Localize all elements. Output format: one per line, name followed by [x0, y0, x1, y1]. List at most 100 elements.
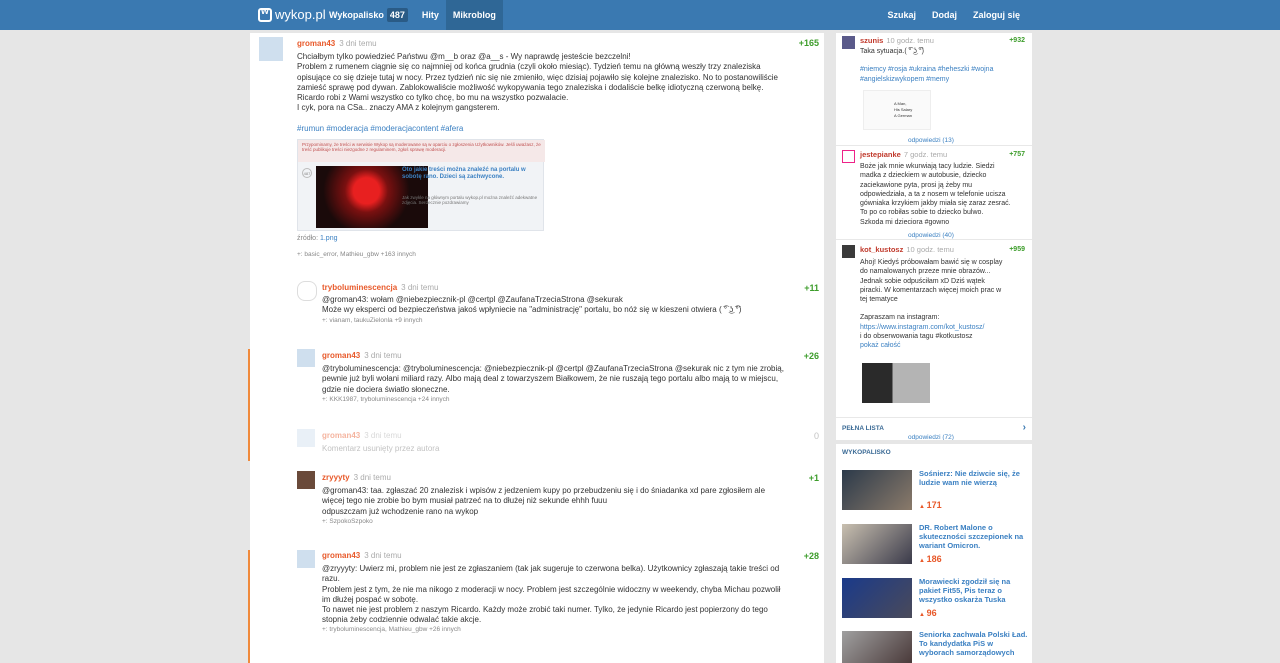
- wykop-logo[interactable]: wykop.pl: [258, 6, 326, 22]
- instagram-link[interactable]: https://www.instagram.com/kot_kustosz/: [860, 323, 1025, 332]
- author-name[interactable]: groman43 3 dni temu: [322, 351, 402, 360]
- voters-list[interactable]: +: SzpokoSzpoko: [322, 518, 373, 525]
- main-nav: Wykopalisko 487 Hity Mikroblog: [322, 0, 503, 30]
- embed-warning-banner: Przypominamy, że treści w serwisie Wykop…: [298, 140, 545, 162]
- link-title[interactable]: DR. Robert Malone o skuteczności szczepi…: [919, 523, 1029, 550]
- author-name[interactable]: tryboluminescencja 3 dni temu: [322, 283, 439, 292]
- highlight-bar: [248, 550, 250, 663]
- top-navigation-bar: wykop.pl Wykopalisko 487 Hity Mikroblog …: [0, 0, 1280, 30]
- vote-score[interactable]: 0: [814, 431, 819, 441]
- digg-count: 171: [919, 500, 942, 510]
- divider: [836, 440, 1032, 444]
- avatar[interactable]: [842, 36, 855, 49]
- author-name[interactable]: groman43 3 dni temu: [322, 551, 402, 560]
- comment-deleted: groman43 3 dni temu 0 Komentarz usunięty …: [250, 425, 824, 457]
- nav-mikroblog[interactable]: Mikroblog: [445, 0, 503, 30]
- source-line: źródło: 1.png: [297, 235, 338, 242]
- link-thumbnail[interactable]: [842, 578, 912, 618]
- entry-tags[interactable]: #rumun #moderacja #moderacjacontent #afe…: [297, 124, 817, 134]
- comment-body: @groman43: taa. zgłaszać 20 znalezisk i …: [322, 486, 766, 516]
- comment: zryyyty 3 dni temu +1 @groman43: taa. zgł…: [250, 468, 824, 533]
- post-time: 3 dni temu: [364, 351, 402, 360]
- embed-digg-badge: 487: [302, 168, 312, 178]
- author-name[interactable]: szunis 10 godz. temu: [860, 36, 934, 45]
- nav-wykopalisko[interactable]: Wykopalisko 487: [322, 0, 415, 30]
- full-list-link[interactable]: PEŁNA LISTA ›: [836, 418, 1032, 440]
- avatar[interactable]: [259, 37, 283, 61]
- link-thumbnail[interactable]: [842, 631, 912, 663]
- nav-hity[interactable]: Hity: [415, 0, 446, 30]
- avatar[interactable]: [297, 471, 315, 489]
- avatar[interactable]: [297, 281, 317, 301]
- wykop-logo-icon: [258, 6, 272, 22]
- vote-score[interactable]: +959: [1009, 246, 1025, 253]
- link-item[interactable]: Morawiecki zgodził się na pakiet Fit55, …: [842, 577, 1028, 621]
- link-thumbnail[interactable]: [842, 524, 912, 564]
- vote-score[interactable]: +26: [804, 351, 819, 361]
- meme-image[interactable]: A Man, His Salary A German: [863, 90, 931, 130]
- digg-count: 186: [919, 554, 942, 564]
- author-name[interactable]: jestepianke 7 godz. temu: [860, 150, 947, 159]
- post-time: 3 dni temu: [353, 473, 391, 482]
- link-title[interactable]: Morawiecki zgodził się na pakiet Fit55, …: [919, 577, 1029, 604]
- link-item[interactable]: DR. Robert Malone o skuteczności szczepi…: [842, 523, 1028, 567]
- voters-list[interactable]: +: vianam, taukuZielonla +9 innych: [322, 317, 422, 324]
- avatar[interactable]: [842, 150, 855, 163]
- entry-time: 10 godz. temu: [886, 36, 934, 45]
- voters-list[interactable]: +: basic_error, Mathieu_gbw +163 innych: [297, 251, 416, 258]
- section-title: WYKOPALISKO: [842, 449, 891, 456]
- show-more-link[interactable]: pokaż całość: [860, 341, 1025, 350]
- user-nav: Szukaj Dodaj Zaloguj się: [871, 0, 1020, 30]
- post-time: 3 dni temu: [364, 551, 402, 560]
- link-thumbnail[interactable]: [842, 470, 912, 510]
- chevron-right-icon: ›: [1022, 422, 1026, 433]
- mikroblog-thread: groman43 3 dni temu +165 Chciałbym tylko …: [248, 33, 824, 663]
- vote-score[interactable]: +165: [799, 38, 819, 48]
- cosplay-image[interactable]: [862, 363, 930, 403]
- link-item[interactable]: Seniorka zachwala Polski Ład. To kandyda…: [842, 630, 1028, 663]
- sidebar: szunis 10 godz. temu +932 Taka sytuacja.(…: [836, 33, 1032, 663]
- author-name[interactable]: groman43 3 dni temu: [297, 39, 377, 48]
- entry-body: Ahoj! Kiedyś próbowałam bawić się w cosp…: [860, 258, 1025, 351]
- vote-score[interactable]: +757: [1009, 151, 1025, 158]
- avatar[interactable]: [842, 245, 855, 258]
- author-name[interactable]: groman43 3 dni temu: [322, 431, 402, 440]
- replies-link[interactable]: odpowiedzi (40): [908, 232, 954, 239]
- source-link[interactable]: 1.png: [320, 235, 338, 242]
- embed-description: Jak zwykle na głównym portalu wykop.pl m…: [402, 195, 538, 205]
- digg-count: 96: [919, 608, 937, 618]
- replies-link[interactable]: odpowiedzi (13): [908, 137, 954, 144]
- comment-body: Komentarz usunięty przez autora: [322, 444, 440, 453]
- search-link[interactable]: Szukaj: [887, 10, 916, 20]
- add-link[interactable]: Dodaj: [932, 10, 957, 20]
- hot-entry: jestepianke 7 godz. temu +757 Boże jak mn…: [836, 147, 1032, 242]
- divider: [836, 145, 1032, 146]
- voters-list[interactable]: +: tryboluminescencja, Mathieu_gbw +26 i…: [322, 626, 461, 633]
- vote-score[interactable]: +28: [804, 551, 819, 561]
- avatar[interactable]: [297, 429, 315, 447]
- author-name[interactable]: zryyyty 3 dni temu: [322, 473, 391, 482]
- link-item[interactable]: Sośnierz: Nie dziwcie się, że ludzie wam…: [842, 469, 1028, 513]
- avatar[interactable]: [297, 349, 315, 367]
- link-title[interactable]: Seniorka zachwala Polski Ład. To kandyda…: [919, 630, 1029, 657]
- entry-body: Taka sytuacja.( ͡° ͜ʖ ͡°) #niemcy #rosja…: [860, 48, 994, 83]
- comment-body: @groman43: wołam @niebezpiecznik-pl @cer…: [322, 295, 742, 315]
- entry-time: 10 godz. temu: [906, 245, 954, 254]
- embed-title: Oto jakie treści można znaleźć na portal…: [402, 167, 526, 180]
- post-time: 3 dni temu: [339, 39, 377, 48]
- comment: groman43 3 dni temu +28 @zryyyty: Uwierz …: [248, 546, 824, 663]
- embedded-image[interactable]: Przypominamy, że treści w serwisie Wykop…: [297, 139, 545, 231]
- comment-body: @tryboluminescencja: @tryboluminescencja…: [322, 364, 784, 394]
- comment-body: @zryyyty: Uwierz mi, problem nie jest ze…: [322, 564, 781, 625]
- voters-list[interactable]: +: KKK1987, tryboluminescencja +24 innyc…: [322, 396, 450, 403]
- avatar[interactable]: [297, 550, 315, 568]
- post-time: 3 dni temu: [401, 283, 439, 292]
- vote-score[interactable]: +1: [809, 473, 819, 483]
- vote-score[interactable]: +11: [804, 283, 819, 293]
- entry-body: Chciałbym tylko powiedzieć Państwu @m__b…: [297, 52, 817, 134]
- author-name[interactable]: kot_kustosz 10 godz. temu: [860, 245, 954, 254]
- link-title[interactable]: Sośnierz: Nie dziwcie się, że ludzie wam…: [919, 469, 1029, 487]
- entry-body: Boże jak mnie wkurwiają tacy ludzie. Sie…: [860, 163, 1011, 226]
- login-link[interactable]: Zaloguj się: [973, 10, 1020, 20]
- vote-score[interactable]: +932: [1009, 37, 1025, 44]
